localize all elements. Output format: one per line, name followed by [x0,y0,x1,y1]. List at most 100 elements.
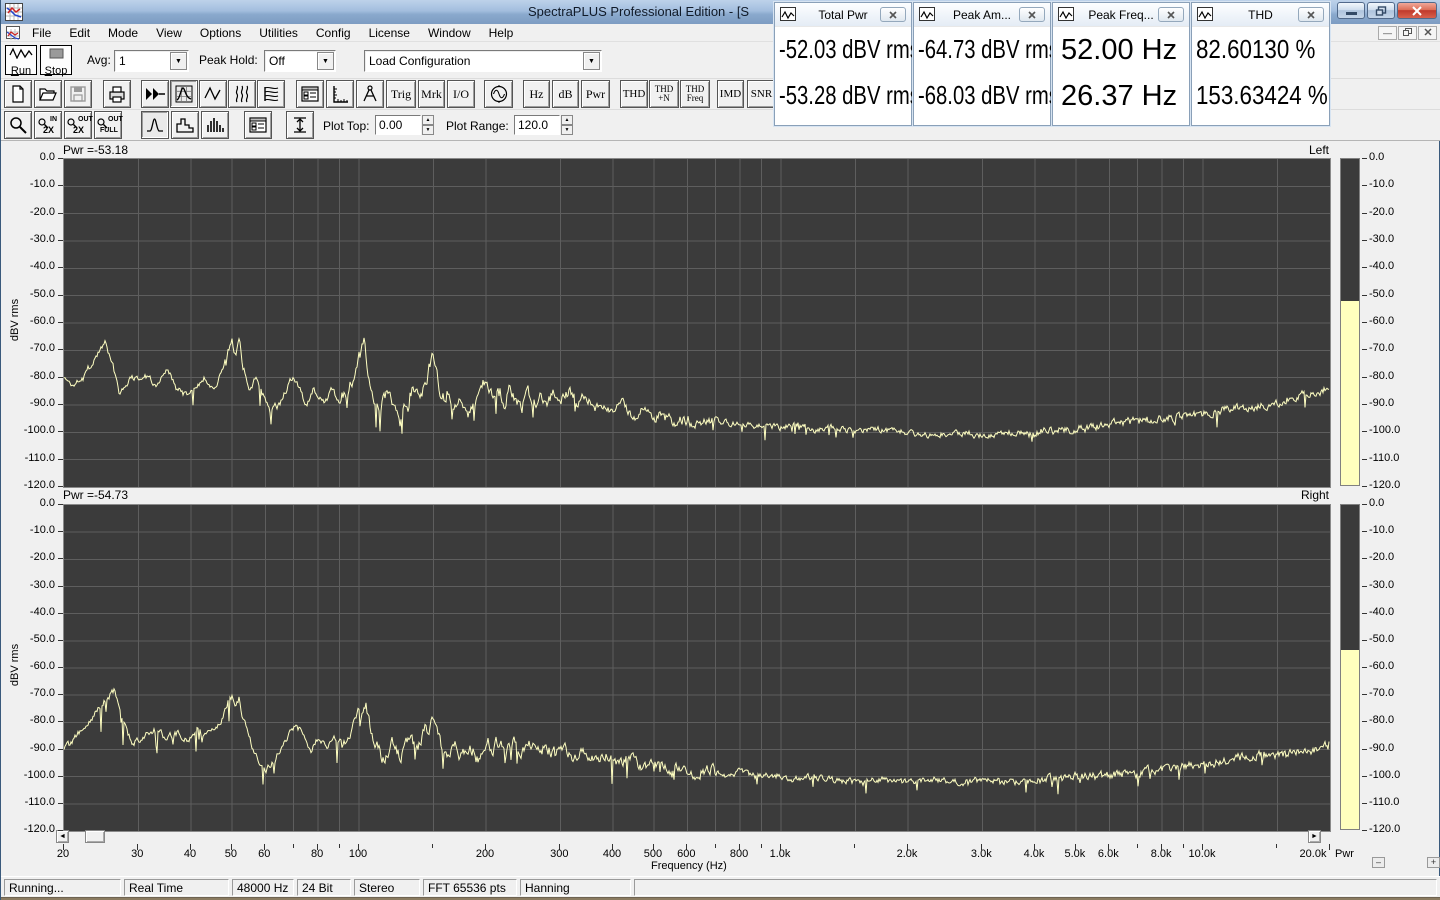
thd-plus-n-button[interactable]: THD +N [649,80,679,108]
autoscale-vertical-button[interactable] [286,111,314,139]
plot-top-spin-up-icon[interactable]: ▲ [422,115,434,125]
menu-item-mode[interactable]: Mode [99,24,147,42]
mdi-close-icon [1423,28,1432,36]
close-button[interactable] [1397,2,1437,19]
caliper-button[interactable] [356,80,384,108]
panel-peak-frequency[interactable]: Peak Freq... 52.00 Hz 26.37 Hz [1052,2,1190,126]
zoom-button[interactable] [4,111,32,139]
panel-thd[interactable]: THD 82.60130 % 153.63424 % [1191,2,1330,126]
bottom-spectrum-plot[interactable] [63,504,1331,832]
save-button[interactable] [64,80,92,108]
imd-button[interactable]: IMD [717,80,744,108]
plot-range-input[interactable]: 120.0 [514,115,560,135]
plot-top-spinner[interactable]: ▲ ▼ [422,115,434,135]
app-icon[interactable] [5,3,23,21]
status-run-state: Running... [4,879,121,896]
thd-button[interactable]: THD [620,80,648,108]
spectrum-view-icon [175,85,193,103]
top-spectrum-plot[interactable] [63,158,1331,488]
thd-freq-button[interactable]: THD Freq [680,80,710,108]
menu-item-config[interactable]: Config [307,24,360,42]
mdi-child-icon[interactable] [6,26,20,40]
panel-close-button[interactable] [1158,7,1184,22]
plot-range-spin-down-icon[interactable]: ▼ [561,125,573,135]
x-axis-label: 4.0k [1023,848,1045,860]
spectrum-view-button[interactable] [170,80,198,108]
mdi-restore-button[interactable] [1398,26,1417,40]
open-button[interactable] [34,80,62,108]
run-button[interactable]: Run [5,45,37,77]
plot-range-spin-up-icon[interactable]: ▲ [561,115,573,125]
marker-button[interactable]: Mrk [418,80,445,108]
mdi-close-button[interactable] [1418,26,1437,40]
plot-range-spinner[interactable]: ▲ ▼ [561,115,573,135]
x-axis-tick [432,844,434,848]
hz-units-button[interactable]: Hz [523,80,550,108]
meter-scale-tick [1362,458,1367,460]
zoom-in-2x-button[interactable]: IN 2X [34,111,62,139]
load-configuration-dropdown-arrow-icon[interactable]: ▼ [583,52,600,70]
signal-generator-button[interactable] [484,80,513,108]
menu-item-edit[interactable]: Edit [60,24,99,42]
scrollbar-left-arrow[interactable]: ◄ [56,830,69,843]
pane-collapse-button[interactable]: – [1372,857,1385,868]
menu-item-license[interactable]: License [360,24,419,42]
zoom-out-2x-button[interactable]: OUT 2X [64,111,93,139]
print-button[interactable] [103,80,131,108]
plot-top-input[interactable]: 0.00 [375,115,421,135]
panel-close-button[interactable] [1298,7,1324,22]
meter-scale-tick [1362,322,1367,323]
waveform-view-button[interactable] [199,80,227,108]
panel-peak-amplitude[interactable]: Peak Am... -64.73 dBV rms -68.03 dBV rms [913,2,1059,126]
menu-item-view[interactable]: View [147,24,191,42]
y-axis-label: -60.0 [29,660,55,672]
peak-hold-select[interactable]: Off ▼ [264,50,336,72]
trigger-button[interactable]: Trig [386,80,416,108]
new-button[interactable] [4,80,32,108]
panel-total-power-titlebar[interactable]: Total Pwr [775,3,911,27]
menu-item-utilities[interactable]: Utilities [250,24,307,42]
panel-peak-frequency-titlebar[interactable]: Peak Freq... [1053,3,1189,27]
panel-thd-titlebar[interactable]: THD [1192,3,1329,27]
waterfall-view-button[interactable] [228,80,256,108]
avg-dropdown-arrow-icon[interactable]: ▼ [170,52,187,70]
load-configuration-select[interactable]: Load Configuration ▼ [364,50,602,72]
close-icon [1028,10,1036,19]
db-units-button[interactable]: dB [552,80,579,108]
octave-plot-button[interactable] [171,111,199,139]
panel-close-button[interactable] [880,7,906,22]
menu-item-help[interactable]: Help [480,24,523,42]
zoom-out-full-button[interactable]: OUT FULL [94,111,123,139]
panel-total-power[interactable]: Total Pwr -52.03 dBV rms -53.28 dBV rms [774,2,920,126]
narrowband-plot-button[interactable] [141,111,169,139]
panel-peak-amplitude-titlebar[interactable]: Peak Am... [914,3,1050,27]
pwr-units-button[interactable]: Pwr [581,80,610,108]
meter-scale-label: -10.0 [1369,178,1395,191]
scrollbar-right-arrow[interactable]: ► [1308,830,1321,843]
menu-item-file[interactable]: File [23,24,60,42]
mdi-minimize-button[interactable]: — [1378,26,1397,40]
snr-button[interactable]: SNR [747,80,776,108]
bar-graph-button[interactable] [201,111,229,139]
x-axis-tick [1276,844,1278,848]
y-axis-tick [58,240,63,241]
ruler-button[interactable] [326,80,354,108]
panel-close-button[interactable] [1019,7,1045,22]
peak-hold-dropdown-arrow-icon[interactable]: ▼ [317,52,334,70]
minimize-button[interactable] [1337,2,1365,19]
pane-expand-button[interactable]: + [1427,857,1440,868]
menu-item-window[interactable]: Window [419,24,480,42]
avg-select[interactable]: 1 ▼ [114,50,189,72]
plot-top-spin-down-icon[interactable]: ▼ [422,125,434,135]
display-options-button[interactable] [296,80,324,108]
stop-button[interactable]: Stop [40,45,72,77]
io-button[interactable]: I/O [447,80,475,108]
plot-options-button[interactable] [244,111,272,139]
menu-item-options[interactable]: Options [191,24,250,42]
process-file-button[interactable] [141,80,169,108]
restore-icon [1375,5,1387,16]
meter-scale-tick [1362,240,1367,241]
restore-button[interactable] [1367,2,1395,19]
scrollbar-thumb[interactable] [85,830,105,843]
spectrogram-view-button[interactable] [257,80,285,108]
